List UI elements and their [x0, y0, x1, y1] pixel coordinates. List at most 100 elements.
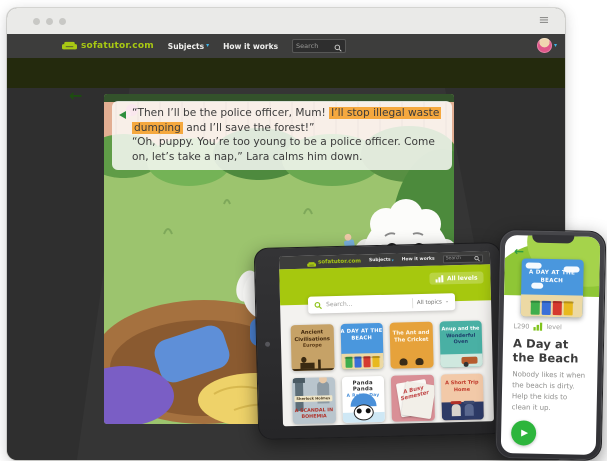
book-subtitle: A Rainy Day: [347, 393, 380, 399]
cover-art: [451, 404, 460, 416]
divider: [412, 298, 413, 308]
cover-art: [441, 401, 484, 420]
nav-item-label: How it works: [223, 42, 278, 51]
tablet-search-input[interactable]: [326, 299, 408, 308]
search-placeholder: Search: [446, 256, 462, 261]
window-dot: [59, 18, 66, 25]
dimmed-site-header: [7, 58, 565, 88]
level-label: level: [546, 322, 562, 330]
search-icon[interactable]: [334, 37, 342, 56]
dialogue-part1: “Then I’ll be the police officer, Mum!: [132, 107, 329, 119]
book-cover-ant-and-cricket[interactable]: The Ant and The Cricket: [390, 322, 434, 369]
level-row: L290 level: [513, 321, 588, 332]
book-cover-scandal-in-bohemia[interactable]: Sherlock Holmes A Scandal in Bohemia: [292, 377, 336, 424]
all-topics-label: All topics: [417, 299, 442, 306]
nav-search-box: [292, 39, 346, 53]
caret-down-icon: ▾: [554, 43, 557, 49]
back-arrow-icon[interactable]: ←: [514, 244, 524, 258]
book-cover-day-at-the-beach[interactable]: A Day at the Beach: [340, 323, 384, 370]
brand-name: sofatutor.com: [81, 41, 154, 51]
book-series: Sherlock Holmes: [294, 395, 332, 402]
window-control-dots: [33, 18, 66, 25]
book-cover-panda-panda[interactable]: Panda PandaA Rainy Day: [341, 376, 385, 423]
tablet-nav-search-box[interactable]: Search: [443, 254, 483, 263]
trash-bin-icon: [563, 301, 572, 315]
phone-screen: ← A Day at the Beach L290 level A Day at…: [501, 235, 601, 455]
tablet-screen: sofatutor.com Subjects ▾ How it works Se…: [279, 251, 494, 426]
user-menu[interactable]: ▾: [537, 38, 557, 53]
nav-item-how-it-works[interactable]: How it works: [223, 42, 278, 51]
all-levels-button[interactable]: All levels: [430, 271, 484, 284]
nav-item-subjects[interactable]: Subjects ▾: [369, 258, 394, 264]
divider: [511, 454, 586, 455]
cover-art: [461, 357, 477, 364]
book-title: A Day at the Beach: [513, 336, 589, 366]
dialogue-part2: and I’ll save the forest!”: [183, 122, 315, 134]
window-dot: [46, 18, 53, 25]
trash-bin-icon: [372, 356, 379, 367]
book-cover-short-trip-home[interactable]: A Short Trip Home: [440, 373, 484, 420]
book-cover-busy-semester[interactable]: A Busy Semester: [391, 375, 435, 422]
book-title: Wonderful Oven: [446, 332, 475, 345]
levels-icon: [436, 274, 444, 282]
search-icon: [314, 301, 322, 309]
avatar: [537, 38, 552, 53]
tablet-search-bar: All topics ⌄: [308, 293, 455, 314]
trash-bin-icon: [345, 357, 352, 368]
level-code: L290: [513, 322, 529, 330]
cover-art: [341, 353, 384, 370]
book-title: A Scandal in Bohemia: [293, 408, 336, 421]
caret-down-icon: ▾: [392, 258, 394, 262]
cover-art: [291, 355, 334, 371]
site-navbar: sofatutor.com Subjects ▾ How it works ▾: [7, 34, 565, 58]
book-cover-wonderful-oven[interactable]: Anup and theWonderful Oven: [439, 321, 483, 368]
browser-chrome-bar: ≡: [7, 8, 565, 34]
search-icon: [474, 255, 480, 261]
chevron-down-icon: ⌄: [445, 299, 449, 304]
nav-item-label: How it works: [402, 257, 435, 263]
window-dot: [33, 18, 40, 25]
book-description: Nobody likes it when the beach is dirty.…: [512, 369, 588, 414]
trash-bin-icon: [363, 356, 370, 367]
nav-item-label: Subjects: [369, 258, 391, 264]
nav-item-label: Subjects: [168, 42, 204, 51]
play-button[interactable]: ▶: [511, 421, 537, 447]
cover-title: A Day at the Beach: [521, 258, 584, 286]
dialogue-text-box: “Then I’ll be the police officer, Mum! I…: [112, 101, 452, 170]
trash-bin-icon: [530, 301, 539, 315]
nav-item-how-it-works[interactable]: How it works: [402, 257, 435, 263]
back-arrow-icon[interactable]: ←: [69, 86, 82, 105]
search-input[interactable]: [296, 42, 334, 50]
sofatutor-logo[interactable]: sofatutor.com: [62, 41, 154, 51]
phone-book-cover[interactable]: A Day at the Beach: [520, 258, 583, 317]
phone-mockup: ← A Day at the Beach L290 level A Day at…: [495, 229, 607, 461]
dialogue-line2: “Oh, puppy. You’re too young to be a pol…: [132, 136, 435, 163]
hamburger-menu-icon[interactable]: ≡: [537, 14, 551, 28]
book-title: A Day at the Beach: [340, 323, 383, 343]
couch-icon: [62, 41, 77, 51]
cover-art: [390, 358, 433, 366]
phone-book-details: L290 level A Day at the Beach Nobody lik…: [501, 321, 599, 455]
cover-art: [520, 294, 582, 317]
book-title: Panda Panda: [353, 380, 374, 392]
level-icon: [533, 322, 542, 331]
tablet-mockup: sofatutor.com Subjects ▾ How it works Se…: [254, 242, 506, 440]
tablet-camera-icon: [265, 342, 270, 347]
brand-name[interactable]: sofatutor.com: [318, 258, 361, 265]
caret-down-icon: ▾: [206, 43, 209, 49]
book-grid: Ancient CivilisationsEurope A Day at the…: [291, 321, 484, 425]
book-title: The Ant and The Cricket: [390, 322, 433, 345]
book-subtitle: Europe: [303, 343, 322, 348]
all-topics-filter[interactable]: All topics ⌄: [417, 299, 449, 306]
all-levels-label: All levels: [447, 274, 478, 282]
book-cover-ancient-civilisations[interactable]: Ancient CivilisationsEurope: [291, 324, 335, 371]
book-title: A Short Trip Home: [440, 373, 483, 393]
trash-bin-icon: [354, 356, 361, 367]
trash-bin-icon: [541, 301, 550, 315]
cover-art: [465, 404, 474, 416]
panda-icon: [353, 404, 373, 420]
trash-bin-icon: [552, 301, 561, 315]
book-title: Ancient Civilisations: [294, 329, 330, 342]
dialogue-marker-icon: [119, 111, 126, 119]
nav-item-subjects[interactable]: Subjects ▾: [168, 42, 209, 51]
